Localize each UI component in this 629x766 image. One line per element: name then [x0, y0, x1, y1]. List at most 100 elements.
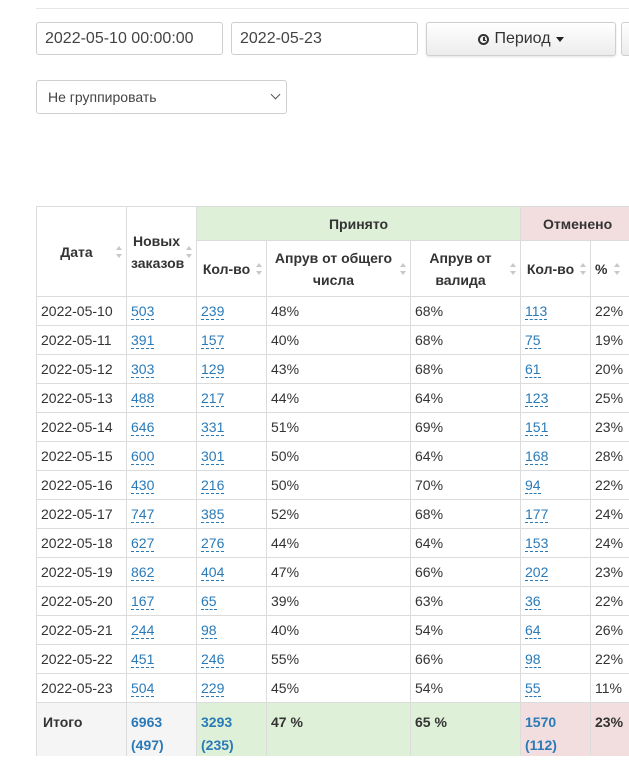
- new-orders-link[interactable]: 747: [131, 506, 155, 523]
- cancelled-count-link[interactable]: 123: [525, 390, 549, 407]
- new-orders-link[interactable]: 600: [131, 448, 155, 465]
- table-row: 2022-05-20 167 65 39% 63% 36 22%: [36, 586, 629, 616]
- value-cell: 503: [126, 296, 197, 326]
- new-orders-link[interactable]: 391: [131, 332, 155, 349]
- value-cell: 61: [520, 354, 592, 384]
- new-orders-link[interactable]: 646: [131, 419, 155, 436]
- table-row: 2022-05-22 451 246 55% 66% 98 22%: [36, 644, 629, 674]
- col-header-accepted-count[interactable]: Кол-во: [196, 240, 267, 297]
- col-header-approve-valid[interactable]: Апрув от валида: [409, 240, 522, 297]
- total-label: Итого: [36, 702, 127, 756]
- cancelled-percent-cell: 25%: [595, 390, 624, 406]
- date-cell: 2022-05-10: [36, 296, 127, 326]
- cancelled-count-link[interactable]: 153: [525, 535, 549, 552]
- col-header-cancelled-percent[interactable]: %: [590, 240, 629, 297]
- accepted-count-link[interactable]: 217: [201, 390, 225, 407]
- accepted-count-link[interactable]: 246: [201, 651, 225, 668]
- accepted-count-link[interactable]: 239: [201, 303, 225, 320]
- value-cell: 404: [196, 557, 267, 587]
- accepted-count-link[interactable]: 65: [201, 593, 217, 610]
- date-cell: 2022-05-12: [41, 361, 113, 377]
- date-cell: 2022-05-22: [41, 651, 113, 667]
- group-by-select[interactable]: Не группировать: [36, 80, 287, 114]
- value-cell: 862: [126, 557, 197, 587]
- table-row: 2022-05-18 627 276 44% 64% 153 24%: [36, 528, 629, 558]
- accepted-count-link[interactable]: 98: [201, 622, 217, 639]
- new-orders-link[interactable]: 167: [131, 593, 155, 610]
- cancelled-count-link[interactable]: 202: [525, 564, 549, 581]
- cancelled-percent-cell: 23%: [595, 564, 624, 580]
- cancelled-count-link[interactable]: 94: [525, 477, 541, 494]
- cancelled-count-link[interactable]: 61: [525, 361, 541, 378]
- value-cell: 22%: [590, 470, 629, 500]
- approve-valid-cell: 54%: [415, 680, 444, 696]
- chevron-down-icon: [270, 89, 281, 100]
- new-orders-link[interactable]: 504: [131, 680, 155, 697]
- value-cell: 47%: [266, 557, 411, 587]
- date-cell: 2022-05-22: [36, 644, 127, 674]
- cancelled-count-link[interactable]: 64: [525, 622, 541, 639]
- total-accepted-count: 3293 (235): [196, 702, 267, 756]
- approve-valid-cell: 70%: [415, 477, 444, 493]
- new-orders-link[interactable]: 303: [131, 361, 155, 378]
- date-from-input[interactable]: 2022-05-10 00:00:00: [36, 22, 223, 55]
- cancelled-percent-cell: 19%: [595, 332, 624, 348]
- new-orders-link[interactable]: 430: [131, 477, 155, 494]
- col-header-date[interactable]: Дата: [36, 206, 127, 297]
- cancelled-count-link[interactable]: 168: [525, 448, 549, 465]
- cancelled-count-link[interactable]: 177: [525, 506, 549, 523]
- value-cell: 391: [126, 325, 197, 355]
- date-cell: 2022-05-20: [41, 593, 113, 609]
- accepted-count-link[interactable]: 157: [201, 332, 225, 349]
- new-orders-link[interactable]: 451: [131, 651, 155, 668]
- new-orders-link[interactable]: 862: [131, 564, 155, 581]
- accepted-count-link[interactable]: 276: [201, 535, 225, 552]
- new-orders-link[interactable]: 503: [131, 303, 155, 320]
- period-dropdown-button[interactable]: Период: [426, 22, 616, 56]
- cancelled-count-link[interactable]: 151: [525, 419, 549, 436]
- cancelled-percent-cell: 23%: [595, 419, 624, 435]
- date-cell: 2022-05-21: [41, 622, 113, 638]
- accepted-count-link[interactable]: 129: [201, 361, 225, 378]
- accepted-count-link[interactable]: 216: [201, 477, 225, 494]
- value-cell: 504: [126, 673, 197, 703]
- col-header-approve-total[interactable]: Апрув от общего числа: [266, 240, 411, 297]
- new-orders-link[interactable]: 627: [131, 535, 155, 552]
- approve-valid-cell: 68%: [415, 506, 444, 522]
- value-cell: 22%: [590, 586, 629, 616]
- cancelled-count-link[interactable]: 113: [525, 303, 548, 320]
- col-header-new-orders[interactable]: Новых заказов: [126, 206, 197, 297]
- clock-icon: [478, 33, 490, 45]
- value-cell: 303: [126, 354, 197, 384]
- cancelled-percent-cell: 20%: [595, 361, 624, 377]
- cancelled-count-link[interactable]: 36: [525, 593, 541, 610]
- new-orders-link[interactable]: 244: [131, 622, 155, 639]
- accepted-count-link[interactable]: 331: [201, 419, 225, 436]
- col-header-cancelled-count[interactable]: Кол-во: [520, 240, 592, 297]
- value-cell: 40%: [266, 325, 411, 355]
- date-cell: 2022-05-23: [41, 680, 113, 696]
- value-cell: 51%: [266, 412, 411, 442]
- new-orders-link[interactable]: 488: [131, 390, 155, 407]
- accepted-count-link[interactable]: 301: [201, 448, 225, 465]
- approve-valid-cell: 68%: [415, 303, 444, 319]
- date-cell: 2022-05-21: [36, 615, 127, 645]
- table-row: 2022-05-15 600 301 50% 64% 168 28%: [36, 441, 629, 471]
- approve-total-cell: 43%: [271, 361, 300, 377]
- approve-valid-cell: 54%: [415, 622, 444, 638]
- value-cell: 63%: [409, 586, 522, 616]
- accepted-count-link[interactable]: 385: [201, 506, 225, 523]
- value-cell: 19%: [590, 325, 629, 355]
- cancelled-count-link[interactable]: 55: [525, 680, 541, 697]
- date-cell: 2022-05-19: [41, 564, 113, 580]
- accepted-count-link[interactable]: 404: [201, 564, 225, 581]
- accepted-count-link[interactable]: 229: [201, 680, 225, 697]
- extra-button[interactable]: [621, 22, 629, 56]
- date-to-input[interactable]: 2022-05-23: [231, 22, 418, 55]
- caret-down-icon: [555, 36, 564, 42]
- approve-total-cell: 44%: [271, 535, 300, 551]
- cancelled-count-link[interactable]: 98: [525, 651, 541, 668]
- value-cell: 153: [520, 528, 592, 558]
- value-cell: 246: [196, 644, 267, 674]
- cancelled-count-link[interactable]: 75: [525, 332, 541, 349]
